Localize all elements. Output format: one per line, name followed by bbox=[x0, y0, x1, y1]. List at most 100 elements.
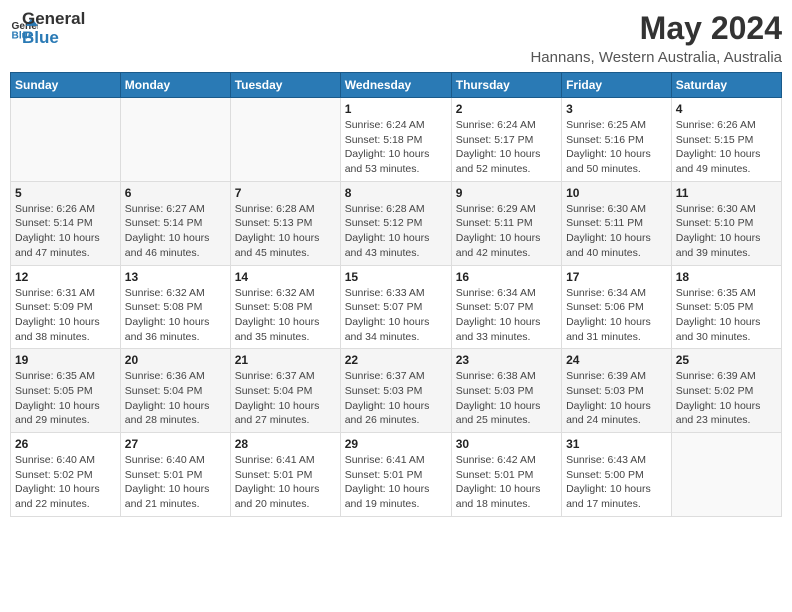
day-info: Sunrise: 6:28 AM Sunset: 5:12 PM Dayligh… bbox=[345, 202, 447, 261]
calendar-cell bbox=[230, 98, 340, 182]
day-info: Sunrise: 6:40 AM Sunset: 5:01 PM Dayligh… bbox=[125, 453, 226, 512]
day-number: 13 bbox=[125, 270, 226, 284]
calendar-cell: 24 Sunrise: 6:39 AM Sunset: 5:03 PM Dayli… bbox=[562, 349, 672, 433]
day-info: Sunrise: 6:39 AM Sunset: 5:02 PM Dayligh… bbox=[676, 369, 777, 428]
weekday-header-thursday: Thursday bbox=[451, 73, 561, 98]
calendar-week-row: 1 Sunrise: 6:24 AM Sunset: 5:18 PM Daylig… bbox=[11, 98, 782, 182]
day-number: 16 bbox=[456, 270, 557, 284]
weekday-header-row: SundayMondayTuesdayWednesdayThursdayFrid… bbox=[11, 73, 782, 98]
day-number: 19 bbox=[15, 353, 116, 367]
weekday-header-saturday: Saturday bbox=[671, 73, 781, 98]
calendar-cell: 8 Sunrise: 6:28 AM Sunset: 5:12 PM Daylig… bbox=[340, 181, 451, 265]
day-info: Sunrise: 6:24 AM Sunset: 5:17 PM Dayligh… bbox=[456, 118, 557, 177]
day-info: Sunrise: 6:34 AM Sunset: 5:06 PM Dayligh… bbox=[566, 286, 667, 345]
day-number: 2 bbox=[456, 102, 557, 116]
day-number: 30 bbox=[456, 437, 557, 451]
day-number: 1 bbox=[345, 102, 447, 116]
calendar-cell: 13 Sunrise: 6:32 AM Sunset: 5:08 PM Dayli… bbox=[120, 265, 230, 349]
day-info: Sunrise: 6:37 AM Sunset: 5:04 PM Dayligh… bbox=[235, 369, 336, 428]
calendar-cell: 14 Sunrise: 6:32 AM Sunset: 5:08 PM Dayli… bbox=[230, 265, 340, 349]
day-number: 22 bbox=[345, 353, 447, 367]
calendar-cell: 16 Sunrise: 6:34 AM Sunset: 5:07 PM Dayli… bbox=[451, 265, 561, 349]
calendar-cell: 22 Sunrise: 6:37 AM Sunset: 5:03 PM Dayli… bbox=[340, 349, 451, 433]
subtitle: Hannans, Western Australia, Australia bbox=[530, 49, 782, 66]
calendar-cell: 12 Sunrise: 6:31 AM Sunset: 5:09 PM Dayli… bbox=[11, 265, 121, 349]
weekday-header-sunday: Sunday bbox=[11, 73, 121, 98]
day-number: 6 bbox=[125, 186, 226, 200]
day-number: 29 bbox=[345, 437, 447, 451]
day-number: 31 bbox=[566, 437, 667, 451]
calendar-cell: 4Sunrise: 6:26 AM Sunset: 5:15 PM Daylig… bbox=[671, 98, 781, 182]
calendar-cell: 26 Sunrise: 6:40 AM Sunset: 5:02 PM Dayli… bbox=[11, 433, 121, 517]
day-number: 8 bbox=[345, 186, 447, 200]
day-info: Sunrise: 6:25 AM Sunset: 5:16 PM Dayligh… bbox=[566, 118, 667, 177]
day-number: 12 bbox=[15, 270, 116, 284]
day-info: Sunrise: 6:31 AM Sunset: 5:09 PM Dayligh… bbox=[15, 286, 116, 345]
day-number: 27 bbox=[125, 437, 226, 451]
day-info: Sunrise: 6:27 AM Sunset: 5:14 PM Dayligh… bbox=[125, 202, 226, 261]
day-number: 26 bbox=[15, 437, 116, 451]
day-info: Sunrise: 6:41 AM Sunset: 5:01 PM Dayligh… bbox=[235, 453, 336, 512]
day-number: 9 bbox=[456, 186, 557, 200]
day-info: Sunrise: 6:39 AM Sunset: 5:03 PM Dayligh… bbox=[566, 369, 667, 428]
day-number: 24 bbox=[566, 353, 667, 367]
calendar-cell bbox=[671, 433, 781, 517]
calendar-cell: 6 Sunrise: 6:27 AM Sunset: 5:14 PM Daylig… bbox=[120, 181, 230, 265]
day-info: Sunrise: 6:24 AM Sunset: 5:18 PM Dayligh… bbox=[345, 118, 447, 177]
day-info: Sunrise: 6:40 AM Sunset: 5:02 PM Dayligh… bbox=[15, 453, 116, 512]
day-number: 5 bbox=[15, 186, 116, 200]
day-info: Sunrise: 6:28 AM Sunset: 5:13 PM Dayligh… bbox=[235, 202, 336, 261]
calendar-cell: 30Sunrise: 6:42 AM Sunset: 5:01 PM Dayli… bbox=[451, 433, 561, 517]
calendar-cell: 2 Sunrise: 6:24 AM Sunset: 5:17 PM Daylig… bbox=[451, 98, 561, 182]
calendar-cell: 25 Sunrise: 6:39 AM Sunset: 5:02 PM Dayli… bbox=[671, 349, 781, 433]
calendar-cell: 18Sunrise: 6:35 AM Sunset: 5:05 PM Dayli… bbox=[671, 265, 781, 349]
day-number: 23 bbox=[456, 353, 557, 367]
day-info: Sunrise: 6:29 AM Sunset: 5:11 PM Dayligh… bbox=[456, 202, 557, 261]
calendar-cell: 10 Sunrise: 6:30 AM Sunset: 5:11 PM Dayli… bbox=[562, 181, 672, 265]
day-number: 18 bbox=[676, 270, 777, 284]
day-number: 25 bbox=[676, 353, 777, 367]
day-number: 11 bbox=[676, 186, 777, 200]
day-info: Sunrise: 6:33 AM Sunset: 5:07 PM Dayligh… bbox=[345, 286, 447, 345]
page-header: General Blue General Blue May 2024 Hanna… bbox=[10, 10, 782, 66]
calendar-cell: 7Sunrise: 6:28 AM Sunset: 5:13 PM Daylig… bbox=[230, 181, 340, 265]
calendar-cell: 9 Sunrise: 6:29 AM Sunset: 5:11 PM Daylig… bbox=[451, 181, 561, 265]
logo: General Blue General Blue bbox=[10, 10, 85, 47]
weekday-header-friday: Friday bbox=[562, 73, 672, 98]
calendar-cell: 28 Sunrise: 6:41 AM Sunset: 5:01 PM Dayli… bbox=[230, 433, 340, 517]
day-info: Sunrise: 6:38 AM Sunset: 5:03 PM Dayligh… bbox=[456, 369, 557, 428]
calendar-cell: 17Sunrise: 6:34 AM Sunset: 5:06 PM Dayli… bbox=[562, 265, 672, 349]
day-number: 21 bbox=[235, 353, 336, 367]
calendar-cell: 19 Sunrise: 6:35 AM Sunset: 5:05 PM Dayli… bbox=[11, 349, 121, 433]
day-number: 14 bbox=[235, 270, 336, 284]
day-info: Sunrise: 6:36 AM Sunset: 5:04 PM Dayligh… bbox=[125, 369, 226, 428]
calendar-cell: 3 Sunrise: 6:25 AM Sunset: 5:16 PM Daylig… bbox=[562, 98, 672, 182]
day-info: Sunrise: 6:37 AM Sunset: 5:03 PM Dayligh… bbox=[345, 369, 447, 428]
weekday-header-monday: Monday bbox=[120, 73, 230, 98]
day-number: 20 bbox=[125, 353, 226, 367]
day-number: 15 bbox=[345, 270, 447, 284]
title-area: May 2024 Hannans, Western Australia, Aus… bbox=[530, 10, 782, 66]
day-number: 3 bbox=[566, 102, 667, 116]
day-info: Sunrise: 6:26 AM Sunset: 5:15 PM Dayligh… bbox=[676, 118, 777, 177]
day-number: 10 bbox=[566, 186, 667, 200]
day-info: Sunrise: 6:35 AM Sunset: 5:05 PM Dayligh… bbox=[15, 369, 116, 428]
day-info: Sunrise: 6:30 AM Sunset: 5:10 PM Dayligh… bbox=[676, 202, 777, 261]
day-info: Sunrise: 6:34 AM Sunset: 5:07 PM Dayligh… bbox=[456, 286, 557, 345]
day-info: Sunrise: 6:41 AM Sunset: 5:01 PM Dayligh… bbox=[345, 453, 447, 512]
main-title: May 2024 bbox=[530, 10, 782, 47]
calendar-week-row: 12 Sunrise: 6:31 AM Sunset: 5:09 PM Dayli… bbox=[11, 265, 782, 349]
calendar-cell: 20 Sunrise: 6:36 AM Sunset: 5:04 PM Dayli… bbox=[120, 349, 230, 433]
calendar-week-row: 19 Sunrise: 6:35 AM Sunset: 5:05 PM Dayli… bbox=[11, 349, 782, 433]
day-info: Sunrise: 6:26 AM Sunset: 5:14 PM Dayligh… bbox=[15, 202, 116, 261]
calendar-table: SundayMondayTuesdayWednesdayThursdayFrid… bbox=[10, 72, 782, 517]
calendar-cell: 31Sunrise: 6:43 AM Sunset: 5:00 PM Dayli… bbox=[562, 433, 672, 517]
calendar-cell bbox=[11, 98, 121, 182]
day-info: Sunrise: 6:30 AM Sunset: 5:11 PM Dayligh… bbox=[566, 202, 667, 261]
day-number: 28 bbox=[235, 437, 336, 451]
day-info: Sunrise: 6:32 AM Sunset: 5:08 PM Dayligh… bbox=[125, 286, 226, 345]
logo-text-general: General bbox=[22, 10, 85, 29]
day-info: Sunrise: 6:32 AM Sunset: 5:08 PM Dayligh… bbox=[235, 286, 336, 345]
calendar-cell: 15 Sunrise: 6:33 AM Sunset: 5:07 PM Dayli… bbox=[340, 265, 451, 349]
weekday-header-wednesday: Wednesday bbox=[340, 73, 451, 98]
